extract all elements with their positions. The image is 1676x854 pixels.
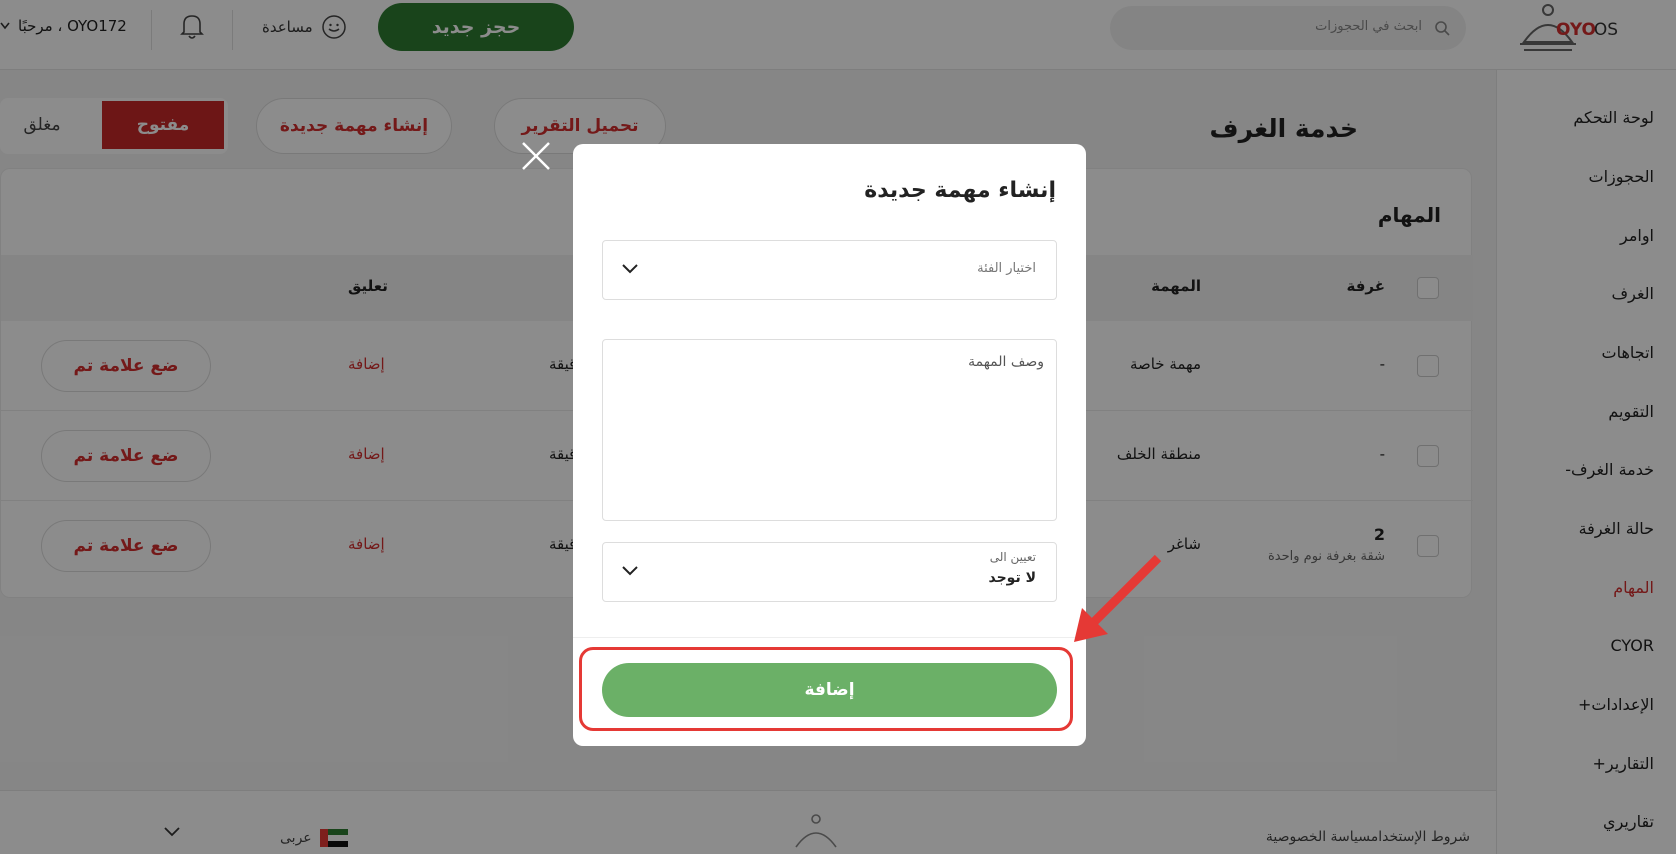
category-select[interactable]: اختيار الفئة	[602, 240, 1057, 300]
chevron-down-icon	[622, 566, 638, 576]
annotation-highlight-box	[579, 647, 1073, 731]
assign-label: تعيين الى	[989, 550, 1036, 564]
modal-title: إنشاء مهمة جديدة	[864, 178, 1056, 203]
assign-value: لا توجد	[988, 570, 1036, 586]
annotation-arrow-icon	[1074, 554, 1162, 642]
description-placeholder: وصف المهمة	[968, 354, 1044, 370]
category-placeholder: اختيار الفئة	[977, 261, 1036, 276]
chevron-down-icon	[622, 264, 638, 274]
assign-to-select[interactable]: تعيين الى لا توجد	[602, 542, 1057, 602]
modal-divider	[573, 637, 1086, 638]
task-description-field[interactable]: وصف المهمة	[602, 339, 1057, 521]
close-icon[interactable]	[520, 140, 552, 172]
